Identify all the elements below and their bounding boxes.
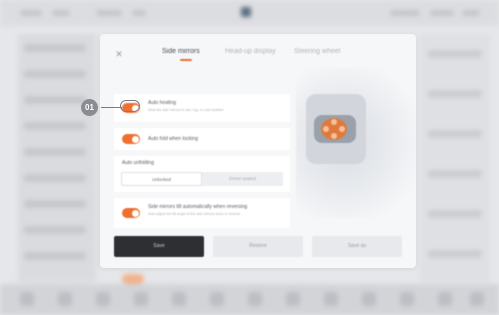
tilt-reversing-row: Side mirrors tilt automatically when rev… — [114, 198, 290, 228]
save-button[interactable]: Save — [114, 236, 204, 257]
callout-highlight-ring — [120, 100, 140, 112]
tab-head-up-display[interactable]: Head-up display — [225, 48, 276, 55]
tilt-reversing-description: Auto-adjust the tilt angle of the side m… — [148, 212, 241, 216]
tab-side-mirrors[interactable]: Side mirrors — [162, 48, 200, 55]
side-mirrors-dialog: ✕ Side mirrors Head-up display Steering … — [100, 34, 416, 268]
arrow-up-icon — [331, 119, 337, 125]
background-accent-chip — [122, 274, 144, 284]
background-right-panel — [420, 34, 490, 282]
auto-heating-row: Auto heating Heat the side mirrors in ra… — [114, 94, 290, 122]
tilt-reversing-label: Side mirrors tilt automatically when rev… — [148, 204, 248, 210]
auto-fold-row: Auto fold when locking — [114, 128, 290, 150]
arrow-down-icon — [331, 133, 337, 139]
auto-unfolding-label: Auto unfolding — [122, 160, 154, 166]
brand-logo-icon — [241, 7, 251, 17]
option-unlocked[interactable]: Unlocked — [121, 172, 202, 186]
auto-heating-description: Heat the side mirrors in rain, fog, or c… — [148, 108, 224, 112]
auto-heating-label: Auto heating — [148, 100, 177, 106]
active-tab-indicator — [180, 59, 192, 61]
mirror-adjust-pad[interactable] — [321, 118, 347, 140]
arrow-right-icon — [339, 126, 345, 132]
tilt-reversing-toggle[interactable] — [122, 208, 140, 218]
restore-button[interactable]: Restore — [213, 236, 303, 257]
tab-steering-wheel[interactable]: Steering wheel — [294, 48, 340, 55]
auto-unfolding-selector: Unlocked Driver seated — [121, 172, 283, 186]
arrow-left-icon — [323, 126, 329, 132]
callout-number-badge: 01 — [81, 99, 98, 116]
mirror-illustration — [296, 68, 416, 218]
auto-fold-label: Auto fold when locking — [148, 136, 199, 142]
option-driver-seated[interactable]: Driver seated — [202, 172, 283, 186]
save-as-button[interactable]: Save as — [312, 236, 402, 257]
close-icon[interactable]: ✕ — [114, 49, 124, 59]
auto-fold-toggle[interactable] — [122, 134, 140, 144]
callout-leader-line — [101, 107, 122, 108]
